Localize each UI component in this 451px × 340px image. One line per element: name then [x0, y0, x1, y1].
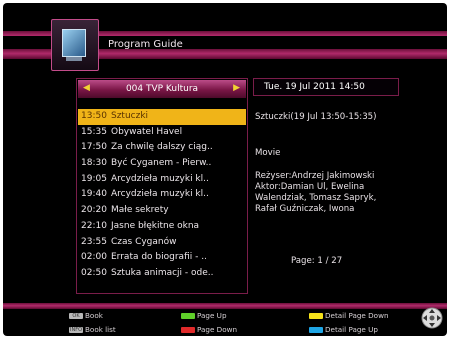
program-genre: Movie — [255, 148, 281, 158]
page-up-label: Page Up — [197, 311, 227, 320]
program-title: Arcydzieła muzyki kl.. — [111, 189, 209, 200]
program-row[interactable]: 23:55 Czas Cyganów — [78, 235, 246, 251]
program-row[interactable]: 22:10 Jasne błękitne okna — [78, 219, 246, 235]
program-detail-panel: Tue. 19 Jul 2011 14:50 Sztuczki(19 Jul 1… — [253, 78, 443, 292]
program-title: Sztuka animacji - ode.. — [111, 267, 214, 278]
book-list-hint[interactable]: INFO Book list — [69, 325, 116, 334]
program-list-panel: ◀ 004 TVP Kultura ▶ 13:50 Sztuczki 15:35 Ob… — [76, 78, 248, 294]
epg-screen: Program Guide ◀ 004 TVP Kultura ▶ 13:50 S… — [3, 3, 447, 336]
detail-page-indicator: Page: 1 / 27 — [291, 256, 343, 266]
book-hint[interactable]: OK Book — [69, 311, 103, 320]
red-key-icon — [181, 327, 195, 333]
program-row[interactable]: 19:40 Arcydzieła muzyki kl.. — [78, 187, 246, 203]
program-title-time: Sztuczki(19 Jul 13:50-15:35) — [255, 112, 377, 122]
program-time: 13:50 — [81, 111, 107, 121]
program-row[interactable]: 17:50 Za chwilę dalszy ciąg.. — [78, 140, 246, 156]
green-key-icon — [181, 313, 195, 319]
program-row[interactable]: 02:00 Errata do biografii - .. — [78, 250, 246, 266]
info-key-icon: INFO — [69, 327, 83, 333]
page-down-label: Page Down — [197, 325, 238, 334]
program-time: 18:30 — [81, 158, 107, 169]
program-description: Reżyser:Andrzej Jakimowski Aktor:Damian … — [255, 171, 377, 214]
program-time: 19:40 — [81, 189, 107, 200]
program-row[interactable]: 18:30 Być Cyganem - Pierw.. — [78, 156, 246, 172]
channel-selector[interactable]: ◀ 004 TVP Kultura ▶ — [78, 80, 246, 98]
page-down-hint[interactable]: Page Down — [181, 325, 237, 334]
program-title: Być Cyganem - Pierw.. — [111, 158, 212, 169]
current-datetime: Tue. 19 Jul 2011 14:50 — [253, 78, 399, 96]
program-time: 19:05 — [81, 173, 107, 184]
program-row[interactable]: 19:05 Arcydzieła muzyki kl.. — [78, 172, 246, 188]
detail-page-down-label: Detail Page Down — [325, 311, 389, 320]
program-row[interactable]: 15:35 Obywatel Havel — [78, 125, 246, 141]
detail-page-up-label: Detail Page Up — [325, 325, 378, 334]
book-label: Book — [85, 311, 103, 320]
program-time: 02:50 — [81, 267, 107, 278]
channel-name: 004 TVP Kultura — [125, 84, 199, 94]
monitor-screen-icon — [62, 29, 86, 57]
page-title: Program Guide — [108, 39, 183, 50]
program-row[interactable]: 02:50 Sztuka animacji - ode.. — [78, 266, 246, 282]
program-time: 23:55 — [81, 236, 107, 247]
program-time: 20:20 — [81, 205, 107, 216]
page-up-hint[interactable]: Page Up — [181, 311, 227, 320]
detail-page-down-hint[interactable]: Detail Page Down — [309, 311, 389, 320]
program-title: Arcydzieła muzyki kl.. — [111, 173, 209, 184]
program-time: 02:00 — [81, 252, 107, 263]
program-title: Małe sekrety — [111, 205, 169, 216]
program-list: 13:50 Sztuczki 15:35 Obywatel Havel 17:50 Za … — [78, 109, 246, 282]
program-title: Obywatel Havel — [111, 126, 183, 137]
ok-key-icon: OK — [69, 313, 83, 319]
program-title: Errata do biografii - .. — [111, 252, 207, 263]
detail-page-up-hint[interactable]: Detail Page Up — [309, 325, 378, 334]
blue-key-icon — [309, 327, 323, 333]
yellow-key-icon — [309, 313, 323, 319]
program-title: Za chwilę dalszy ciąg.. — [111, 142, 213, 153]
navigation-keys-icon — [421, 307, 443, 329]
program-time: 22:10 — [81, 220, 107, 231]
program-time: 17:50 — [81, 142, 107, 153]
program-title: Jasne błękitne okna — [111, 220, 200, 231]
key-legend: OK Book INFO Book list Page Up Page Down D… — [3, 309, 447, 336]
program-time: 15:35 — [81, 126, 107, 137]
chevron-right-icon[interactable]: ▶ — [233, 83, 240, 93]
book-list-label: Book list — [85, 325, 116, 334]
program-title: Sztuczki — [111, 111, 149, 121]
program-guide-icon — [51, 19, 99, 71]
monitor-base-icon — [66, 57, 82, 61]
program-row[interactable]: 13:50 Sztuczki — [78, 109, 246, 125]
program-row[interactable]: 20:20 Małe sekrety — [78, 203, 246, 219]
program-title: Czas Cyganów — [111, 236, 177, 247]
